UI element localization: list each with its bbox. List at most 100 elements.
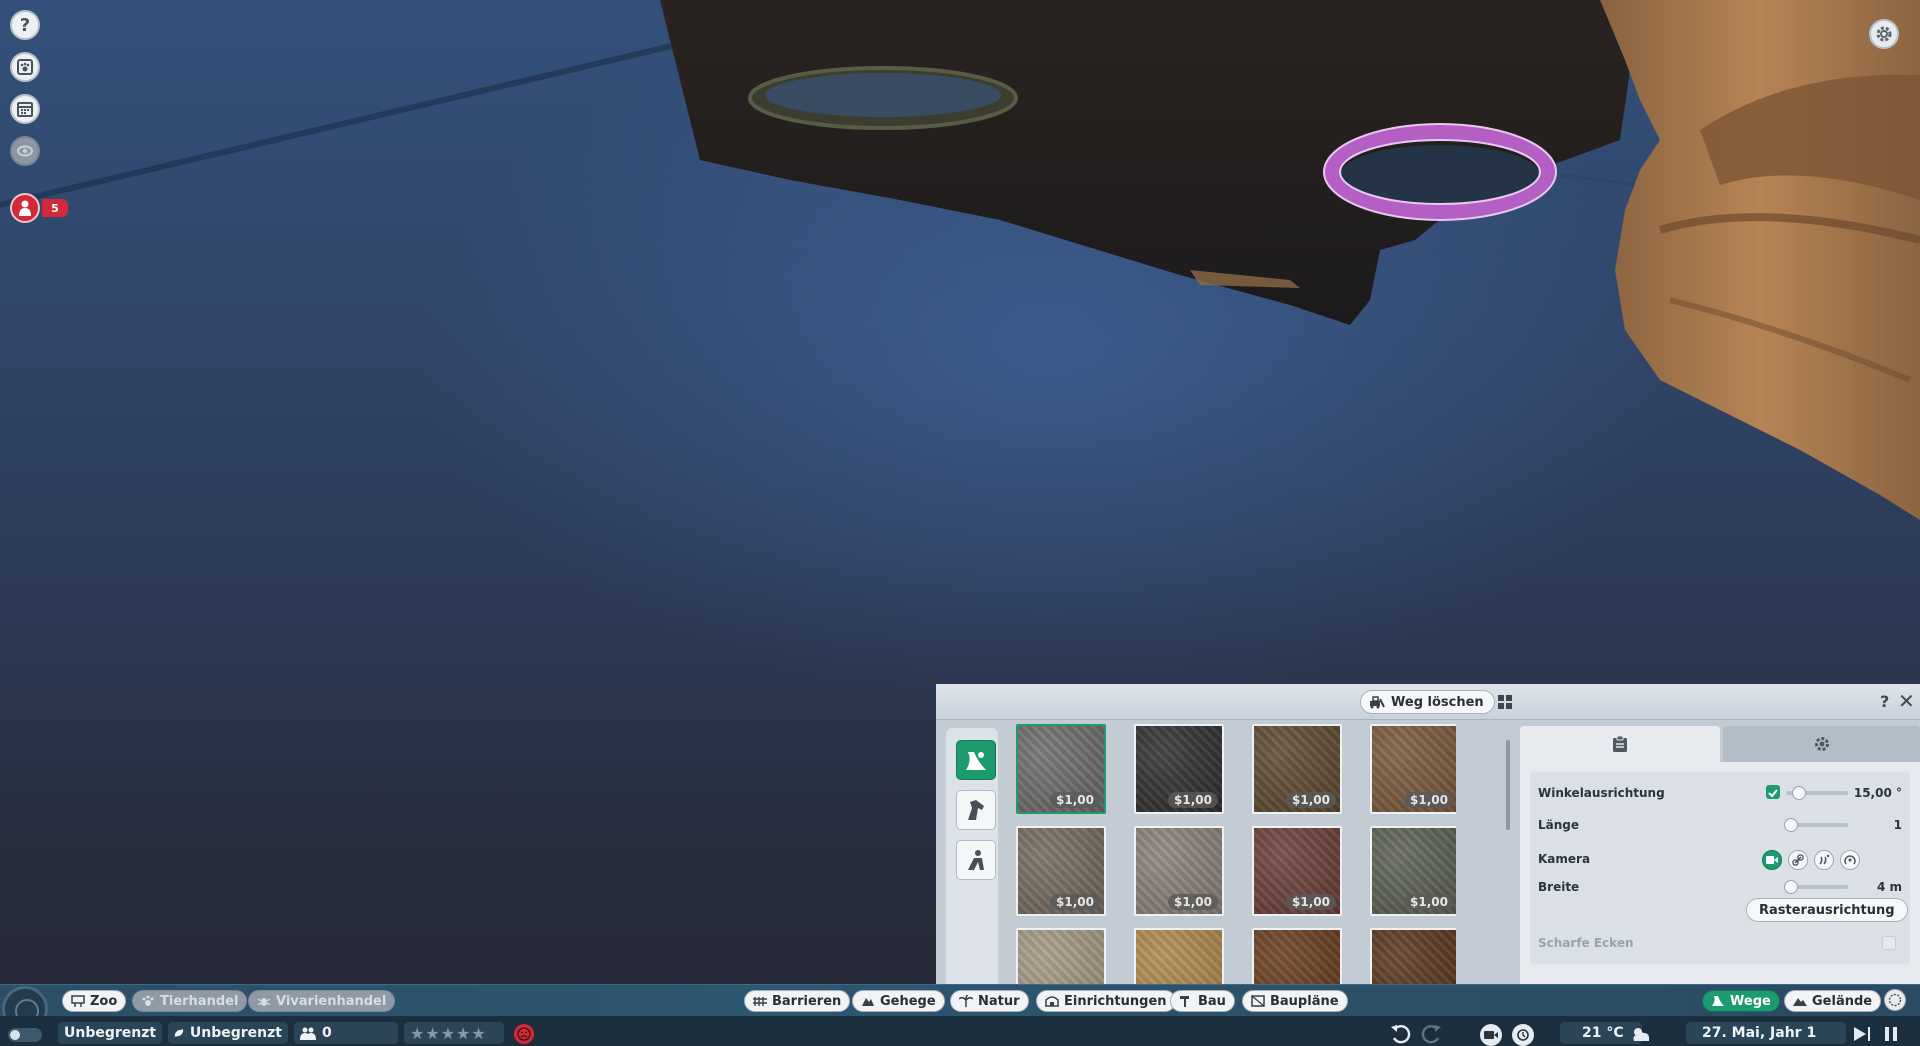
guest-count-value: 0 [322, 1025, 332, 1041]
undo-button[interactable] [1390, 1024, 1412, 1046]
panel-help-icon[interactable]: ? [1880, 692, 1889, 711]
tab-construction-label: Bau [1198, 993, 1226, 1009]
clipboard-icon [1613, 735, 1627, 752]
blueprint-icon [1251, 995, 1265, 1007]
tab-settings[interactable] [1723, 726, 1920, 762]
width-slider[interactable] [1784, 880, 1848, 894]
path-texture-swatch[interactable] [1134, 928, 1224, 984]
gear-icon [1814, 737, 1829, 751]
redo-button[interactable] [1420, 1024, 1442, 1046]
play-speed-button[interactable] [1852, 1025, 1872, 1046]
tab-animal-trade[interactable]: Tierhandel [132, 990, 248, 1012]
time-of-day-button[interactable] [1512, 1024, 1534, 1046]
path-texture-swatch[interactable]: $1,00 [1252, 724, 1342, 814]
path-texture-swatch[interactable]: $1,00 [1016, 724, 1106, 814]
conservation-credits-display: Unbegrenzt [168, 1022, 288, 1044]
view-mode-button[interactable] [10, 136, 40, 166]
properties-body: Winkelausrichtung 15,00 ° Länge 1 Kamera [1520, 762, 1920, 984]
camera-mode-follow-button[interactable] [1762, 850, 1782, 870]
path-texture-swatch[interactable] [1370, 928, 1456, 984]
guest-icon [19, 200, 31, 216]
grid-align-label: Rasterausrichtung [1759, 902, 1895, 918]
money-display: Unbegrenzt [58, 1022, 162, 1044]
tab-habitats[interactable]: Gehege [852, 990, 945, 1012]
tab-barriers[interactable]: Barrieren [744, 990, 851, 1012]
staff-path-icon [968, 850, 984, 870]
length-slider-knob[interactable] [1784, 818, 1798, 832]
tab-terrain[interactable]: Gelände [1784, 990, 1882, 1012]
money-value: Unbegrenzt [64, 1025, 157, 1041]
habitat-icon [862, 998, 874, 1006]
angle-alignment-checkbox[interactable] [1766, 785, 1780, 799]
camera-mode-free-button[interactable] [1814, 850, 1834, 870]
width-label: Breite [1538, 880, 1580, 894]
help-icon: ? [19, 14, 31, 36]
path-texture-swatch[interactable]: $1,00 [1134, 724, 1224, 814]
palm-tree-icon [959, 995, 973, 1007]
tab-paths[interactable]: Wege [1702, 990, 1780, 1012]
path-texture-grid: $1,00 $1,00 $1,00 $1,00 $1,00 $1,00 $1,0… [1016, 724, 1456, 984]
angle-alignment-label: Winkelausrichtung [1538, 786, 1665, 800]
tab-properties[interactable] [1520, 726, 1720, 762]
category-animal-paths-button[interactable] [956, 790, 996, 830]
path-texture-swatch[interactable]: $1,00 [1370, 724, 1456, 814]
category-staff-paths-button[interactable] [956, 840, 996, 880]
tab-zoo-label: Zoo [90, 993, 118, 1009]
temperature-value: 21 °C [1582, 1025, 1624, 1041]
path-texture-swatch[interactable] [1252, 928, 1342, 984]
length-slider[interactable] [1784, 818, 1848, 832]
width-slider-knob[interactable] [1784, 880, 1798, 894]
leaf-icon [174, 1029, 184, 1037]
pause-button[interactable] [1882, 1025, 1900, 1046]
sharp-corners-checkbox[interactable] [1882, 936, 1896, 950]
path-texture-swatch[interactable]: $1,00 [1252, 826, 1342, 916]
grid-align-button[interactable]: Rasterausrichtung [1746, 898, 1908, 922]
path-category-strip [946, 728, 998, 984]
paw-book-icon [17, 59, 33, 75]
guest-alerts-button[interactable] [10, 193, 40, 223]
tab-zoo[interactable]: Zoo [62, 990, 127, 1012]
guest-mood-indicator[interactable] [514, 1024, 534, 1044]
hud-toggle[interactable] [8, 1028, 42, 1042]
fence-icon [753, 997, 767, 1006]
path-properties-panel: Winkelausrichtung 15,00 ° Länge 1 Kamera [1520, 724, 1920, 984]
check-icon [1768, 789, 1778, 798]
tab-paths-label: Wege [1730, 993, 1771, 1009]
texture-grid-scrollbar[interactable] [1506, 740, 1510, 830]
horse-head-icon [968, 800, 984, 820]
tab-blueprints[interactable]: Baupläne [1242, 990, 1348, 1012]
game-settings-button[interactable] [1869, 19, 1899, 49]
hammer-icon [1180, 996, 1189, 1007]
calendar-button[interactable] [10, 94, 40, 124]
map-toggle-button[interactable] [1884, 989, 1906, 1011]
date-value: 27. Mai, Jahr 1 [1702, 1025, 1817, 1041]
camera-mode-link-button[interactable] [1788, 850, 1808, 870]
path-texture-swatch[interactable] [1016, 928, 1106, 984]
photo-mode-button[interactable] [1480, 1024, 1502, 1046]
zoopedia-button[interactable] [10, 52, 40, 82]
rating-stars-icon: ★★★★★ [410, 1023, 487, 1043]
tab-nature-label: Natur [978, 993, 1020, 1009]
path-texture-swatch[interactable]: $1,00 [1016, 826, 1106, 916]
play-icon [1854, 1027, 1870, 1041]
tab-facilities[interactable]: Einrichtungen [1036, 990, 1176, 1012]
redo-icon [1421, 1025, 1441, 1044]
sparkle-path-icon [1819, 854, 1830, 865]
help-button[interactable]: ? [10, 10, 40, 40]
tab-vivarium-trade[interactable]: Vivarienhandel [248, 990, 396, 1012]
angle-slider[interactable] [1786, 786, 1848, 800]
tab-nature[interactable]: Natur [950, 990, 1029, 1012]
tab-construction[interactable]: Bau [1170, 990, 1235, 1012]
bulldozer-icon [1370, 696, 1385, 709]
path-texture-swatch[interactable]: $1,00 [1370, 826, 1456, 916]
path-icon [966, 752, 986, 770]
camera-mode-orbit-button[interactable] [1840, 850, 1860, 870]
delete-path-button[interactable]: Weg löschen [1360, 690, 1495, 714]
close-icon[interactable]: ✕ [1898, 689, 1915, 713]
path-texture-swatch[interactable]: $1,00 [1134, 826, 1224, 916]
conservation-credits-value: Unbegrenzt [189, 1025, 282, 1041]
grid-view-icon[interactable] [1498, 695, 1512, 709]
bug-icon [257, 998, 271, 1006]
angle-slider-knob[interactable] [1792, 786, 1806, 800]
category-paths-button[interactable] [956, 740, 996, 780]
